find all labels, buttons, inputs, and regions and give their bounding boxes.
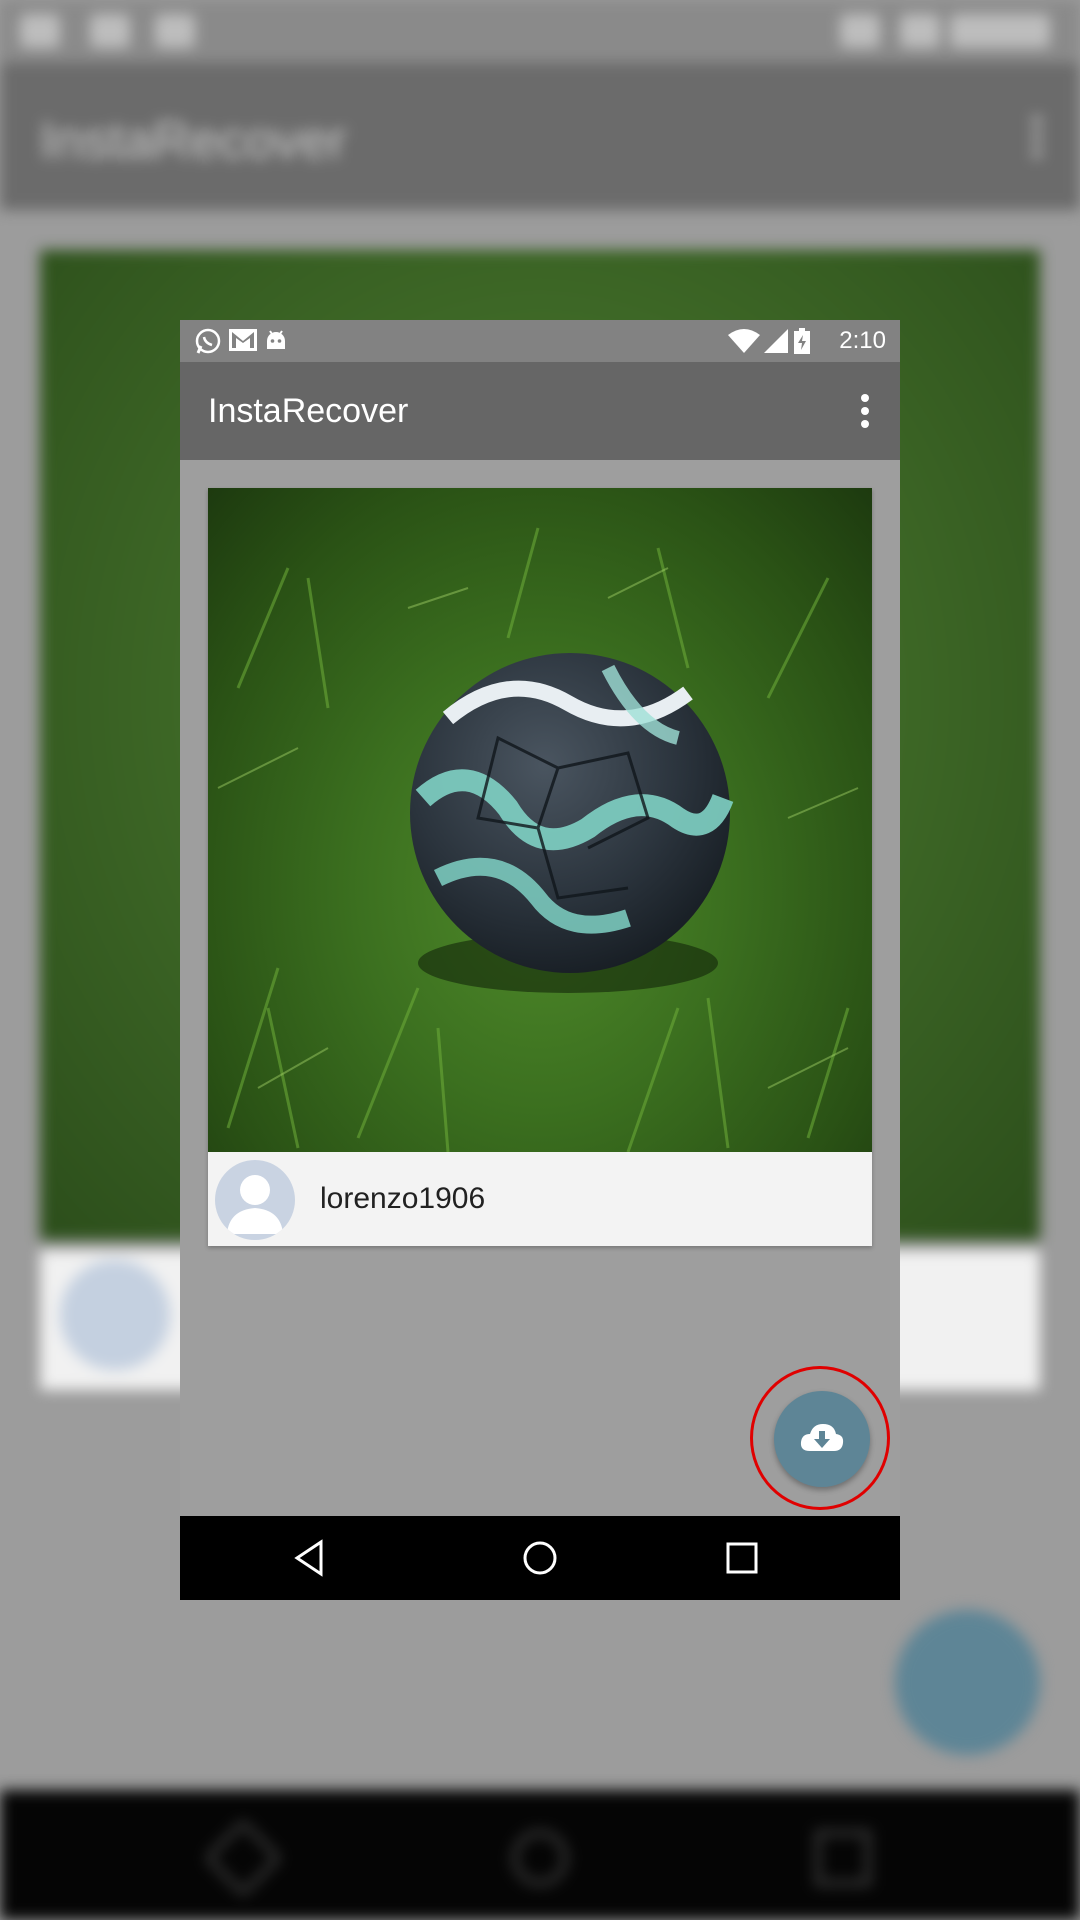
fab-highlight-ring [750, 1366, 890, 1510]
app-title: InstaRecover [208, 392, 409, 430]
back-icon[interactable] [287, 1536, 331, 1580]
status-time: 2:10 [839, 327, 886, 354]
recents-icon[interactable] [720, 1536, 764, 1580]
status-bar: 2:10 [180, 320, 900, 362]
battery-charging-icon [794, 328, 810, 359]
background-status-bar [0, 0, 1080, 63]
whatsapp-icon [194, 327, 222, 360]
username[interactable]: lorenzo1906 [320, 1182, 485, 1216]
android-icon [264, 327, 288, 358]
gmail-icon [228, 327, 258, 358]
background-avatar [60, 1260, 170, 1370]
background-fab [895, 1610, 1040, 1755]
home-icon[interactable] [518, 1536, 562, 1580]
background-app-title: InstaRecover [40, 112, 347, 170]
post-photo[interactable] [208, 488, 872, 1152]
default-avatar-icon [215, 1160, 295, 1240]
navigation-bar [180, 1516, 900, 1600]
soccer-ball-image [217, 527, 859, 1152]
background-app-bar: InstaRecover [0, 63, 1080, 210]
cellular-signal-icon [764, 329, 788, 358]
post-user-row[interactable]: lorenzo1906 [208, 1152, 872, 1246]
app-bar: InstaRecover [180, 362, 900, 460]
post-card[interactable]: lorenzo1906 [208, 488, 872, 1246]
background-nav-bar [0, 1790, 1080, 1920]
wifi-icon [728, 329, 760, 358]
more-vert-icon[interactable] [850, 388, 880, 434]
background-menu-icon [1032, 113, 1042, 161]
